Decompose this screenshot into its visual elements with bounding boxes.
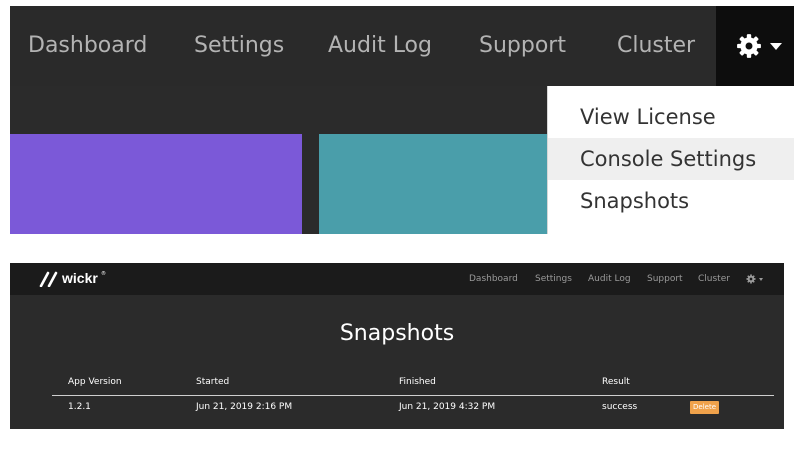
cell-finished: Jun 21, 2019 4:32 PM bbox=[399, 402, 496, 412]
navbar: wickr ® Dashboard Settings Audit Log Sup… bbox=[10, 263, 784, 295]
menu-item-snapshots[interactable]: Snapshots bbox=[548, 180, 794, 222]
logo-slashes-icon bbox=[39, 271, 58, 287]
chevron-down-icon bbox=[770, 43, 782, 50]
gear-icon bbox=[737, 34, 761, 58]
cell-started: Jun 21, 2019 2:16 PM bbox=[196, 402, 293, 412]
nav-item-audit-log[interactable]: Audit Log bbox=[328, 6, 432, 86]
nav-item-settings[interactable]: Settings bbox=[535, 263, 572, 295]
screenshot-stage: Dashboard Settings Audit Log Support Clu… bbox=[0, 0, 794, 453]
nav-item-dashboard[interactable]: Dashboard bbox=[28, 6, 147, 86]
chevron-down-icon[interactable] bbox=[759, 278, 763, 281]
column-header-started: Started bbox=[196, 377, 230, 387]
zoomed-nav-panel: Dashboard Settings Audit Log Support Clu… bbox=[10, 6, 794, 234]
nav-item-settings[interactable]: Settings bbox=[194, 6, 284, 86]
menu-item-console-settings[interactable]: Console Settings bbox=[548, 138, 794, 180]
settings-menu-toggle[interactable] bbox=[716, 6, 794, 86]
nav-item-cluster[interactable]: Cluster bbox=[698, 263, 730, 295]
cell-app-version: 1.2.1 bbox=[68, 402, 91, 412]
delete-button[interactable]: Delete bbox=[690, 401, 719, 414]
column-header-result: Result bbox=[602, 377, 630, 387]
table-header-divider bbox=[52, 395, 774, 396]
nav-item-support[interactable]: Support bbox=[647, 263, 683, 295]
column-header-finished: Finished bbox=[399, 377, 436, 387]
gear-icon[interactable] bbox=[746, 274, 756, 284]
menu-item-view-license[interactable]: View License bbox=[548, 96, 794, 138]
nav-item-audit-log[interactable]: Audit Log bbox=[588, 263, 631, 295]
nav-item-support[interactable]: Support bbox=[479, 6, 566, 86]
top-navbar: Dashboard Settings Audit Log Support Clu… bbox=[10, 6, 794, 86]
dashboard-tile-purple bbox=[10, 134, 302, 234]
nav-item-dashboard[interactable]: Dashboard bbox=[469, 263, 518, 295]
cell-result: success bbox=[602, 402, 638, 412]
dashboard-tile-teal bbox=[319, 134, 549, 234]
nav-item-cluster[interactable]: Cluster bbox=[617, 6, 695, 86]
snapshots-page: wickr ® Dashboard Settings Audit Log Sup… bbox=[10, 263, 784, 429]
logo-registered-mark: ® bbox=[101, 271, 106, 277]
settings-dropdown-menu: View License Console Settings Snapshots bbox=[547, 86, 794, 234]
logo-text: wickr bbox=[62, 270, 98, 286]
column-header-app-version: App Version bbox=[68, 377, 122, 387]
page-title: Snapshots bbox=[339, 321, 455, 346]
